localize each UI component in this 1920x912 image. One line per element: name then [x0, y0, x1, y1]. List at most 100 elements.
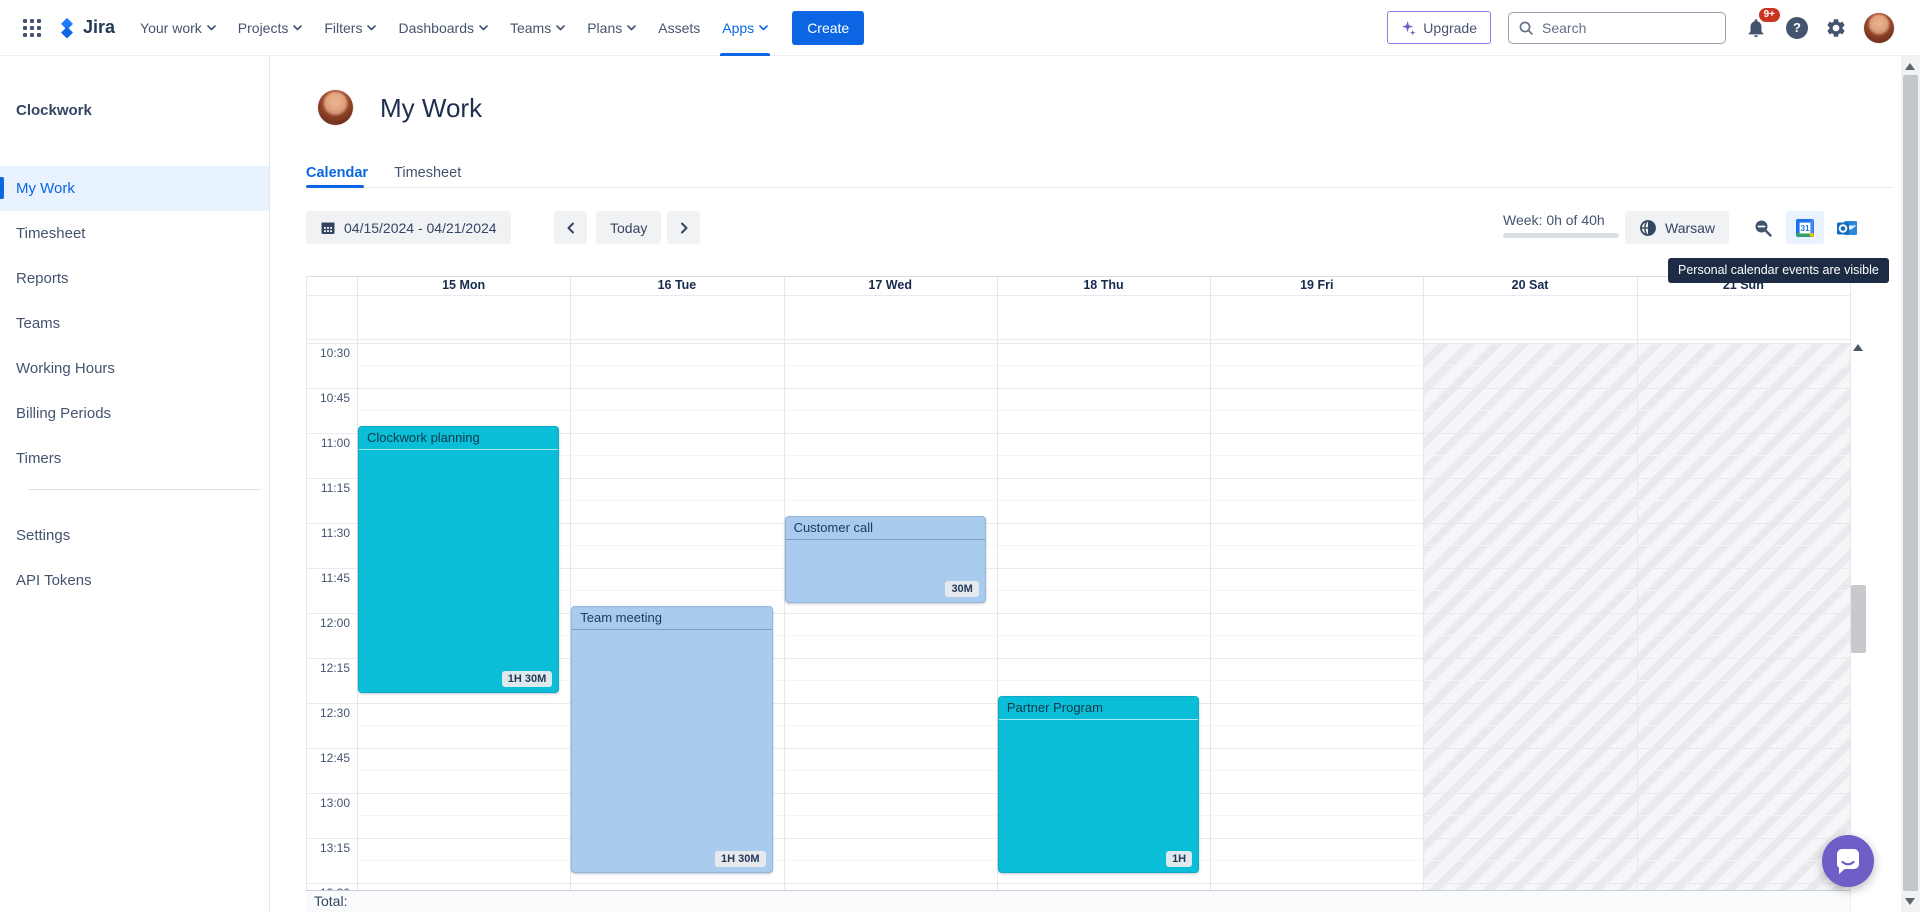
jira-clockwork-app: Jira Your work Projects FiltersDashboards T…	[0, 0, 1920, 912]
sidebar-item-settings[interactable]: Settings	[0, 513, 269, 558]
upgrade-button[interactable]: Upgrade	[1387, 11, 1491, 44]
nav-item-label: Teams	[510, 20, 551, 36]
sidebar-item-timers[interactable]: Timers	[0, 436, 269, 481]
event-title: Customer call	[786, 517, 985, 540]
nav-item-apps[interactable]: Apps	[711, 0, 779, 56]
calendar-visibility-tooltip: Personal calendar events are visible	[1668, 258, 1889, 283]
event-duration-badge: 1H 30M	[715, 851, 766, 867]
notifications-badge: 9+	[1759, 8, 1780, 22]
day-header-20-sat: 20 Sat	[1423, 277, 1636, 294]
weekend-hatch-21-sun	[1637, 343, 1850, 890]
event-title: Clockwork planning	[359, 427, 558, 450]
sidebar-item-timesheet[interactable]: Timesheet	[0, 211, 269, 256]
sidebar-item-label: Settings	[16, 527, 70, 544]
total-column-border	[1850, 890, 1851, 912]
sidebar-item-reports[interactable]: Reports	[0, 256, 269, 301]
time-label-1245: 12:45	[306, 751, 350, 765]
app-switcher-icon[interactable]	[18, 14, 46, 42]
nav-left-cluster: Jira Your work Projects FiltersDashboards T…	[18, 0, 864, 55]
help-button[interactable]: ?	[1786, 17, 1808, 39]
day-header-17-wed: 17 Wed	[784, 277, 997, 294]
brand-label: Jira	[83, 17, 115, 38]
nav-item-assets[interactable]: Assets	[647, 0, 711, 56]
nav-item-teams[interactable]: Teams	[499, 0, 576, 56]
sidebar-item-billing-periods[interactable]: Billing Periods	[0, 391, 269, 436]
nav-item-plans[interactable]: Plans	[576, 0, 647, 56]
time-row-line	[306, 388, 1850, 389]
main-content: My Work Calendar Timesheet 04/15/2024 - …	[270, 56, 1920, 912]
scrollbar-thumb[interactable]	[1903, 75, 1918, 891]
nav-item-label: Your work	[140, 20, 202, 36]
search-box	[1508, 12, 1726, 44]
create-button[interactable]: Create	[792, 11, 864, 45]
time-row-line	[306, 883, 1850, 884]
nav-right-cluster: Upgrade 9+ ?	[1387, 11, 1894, 44]
event-title: Partner Program	[999, 697, 1198, 720]
scrollbar-up-arrow[interactable]	[1905, 63, 1915, 70]
week-calendar-grid: 15 Mon16 Tue17 Wed18 Thu19 Fri20 Sat21 S…	[270, 56, 1920, 912]
page-scrollbar[interactable]	[1901, 56, 1920, 912]
jira-mark-icon	[56, 17, 78, 39]
calendar-event-clockwork-planning[interactable]: Clockwork planning 1H 30M	[358, 426, 559, 693]
time-subrow-line	[357, 500, 1850, 501]
sidebar-item-api-tokens[interactable]: API Tokens	[0, 558, 269, 603]
sidebar-item-working-hours[interactable]: Working Hours	[0, 346, 269, 391]
search-input[interactable]	[1540, 19, 1725, 37]
calendar-event-team-meeting[interactable]: Team meeting 1H 30M	[571, 606, 772, 873]
chevron-down-icon	[207, 25, 216, 31]
sidebar-item-my-work[interactable]: My Work	[0, 166, 269, 211]
time-label-1230: 12:30	[306, 706, 350, 720]
nav-item-label: Projects	[238, 20, 289, 36]
clockwork-sidebar: Clockwork My WorkTimesheetReportsTeamsWo…	[0, 56, 270, 912]
event-duration-badge: 1H 30M	[502, 671, 553, 687]
time-label-1100: 11:00	[306, 436, 350, 450]
user-avatar[interactable]	[1864, 13, 1894, 43]
nav-item-label: Plans	[587, 20, 622, 36]
time-subrow-line	[357, 455, 1850, 456]
time-label-1300: 13:00	[306, 796, 350, 810]
sidebar-item-label: Reports	[16, 270, 69, 287]
day-header-bottom-border	[306, 295, 1850, 296]
total-row: Total:	[306, 890, 1850, 912]
sidebar-item-teams[interactable]: Teams	[0, 301, 269, 346]
notifications-button[interactable]: 9+	[1743, 15, 1769, 41]
calendar-event-partner-program[interactable]: Partner Program1H	[998, 696, 1199, 873]
sidebar-item-label: Billing Periods	[16, 405, 111, 422]
time-label-1145: 11:45	[306, 571, 350, 585]
calendar-event-customer-call[interactable]: Customer call 30M	[785, 516, 986, 603]
nav-item-label: Apps	[722, 20, 754, 36]
settings-button[interactable]	[1825, 17, 1847, 39]
primary-nav-items: Your work Projects FiltersDashboards Teams P…	[129, 0, 779, 56]
chevron-down-icon	[479, 25, 488, 31]
event-duration-badge: 30M	[945, 581, 978, 597]
nav-item-projects[interactable]: Projects	[227, 0, 314, 56]
jira-logo[interactable]: Jira	[56, 17, 115, 39]
chat-widget-button[interactable]	[1822, 835, 1874, 887]
total-label: Total:	[306, 891, 1850, 911]
chevron-down-icon	[759, 25, 768, 31]
time-label-1315: 13:15	[306, 841, 350, 855]
nav-item-filters[interactable]: Filters	[313, 0, 387, 56]
day-header-15-mon: 15 Mon	[357, 277, 570, 294]
scrollbar-down-arrow[interactable]	[1905, 898, 1915, 905]
sidebar-item-label: Teams	[16, 315, 60, 332]
calendar-scroll-up-arrow[interactable]	[1853, 344, 1863, 351]
event-title: Team meeting	[572, 607, 771, 630]
chevron-down-icon	[627, 25, 636, 31]
time-label-1130: 11:30	[306, 526, 350, 540]
grid-left-border	[306, 276, 307, 912]
nav-item-your-work[interactable]: Your work	[129, 0, 227, 56]
weekend-hatch-20-sat	[1423, 343, 1636, 890]
calendar-scrollbar-thumb[interactable]	[1851, 585, 1866, 653]
nav-item-dashboards[interactable]: Dashboards	[387, 0, 499, 56]
chat-icon	[1835, 848, 1861, 875]
day-column-border	[1850, 276, 1851, 890]
grid-icon	[21, 17, 43, 39]
sidebar-item-label: Working Hours	[16, 360, 115, 377]
chevron-down-icon	[556, 25, 565, 31]
time-label-1030: 10:30	[306, 346, 350, 360]
time-label-1115: 11:15	[306, 481, 350, 495]
day-header-19-fri: 19 Fri	[1210, 277, 1423, 294]
time-label-1045: 10:45	[306, 391, 350, 405]
time-label-1215: 12:15	[306, 661, 350, 675]
